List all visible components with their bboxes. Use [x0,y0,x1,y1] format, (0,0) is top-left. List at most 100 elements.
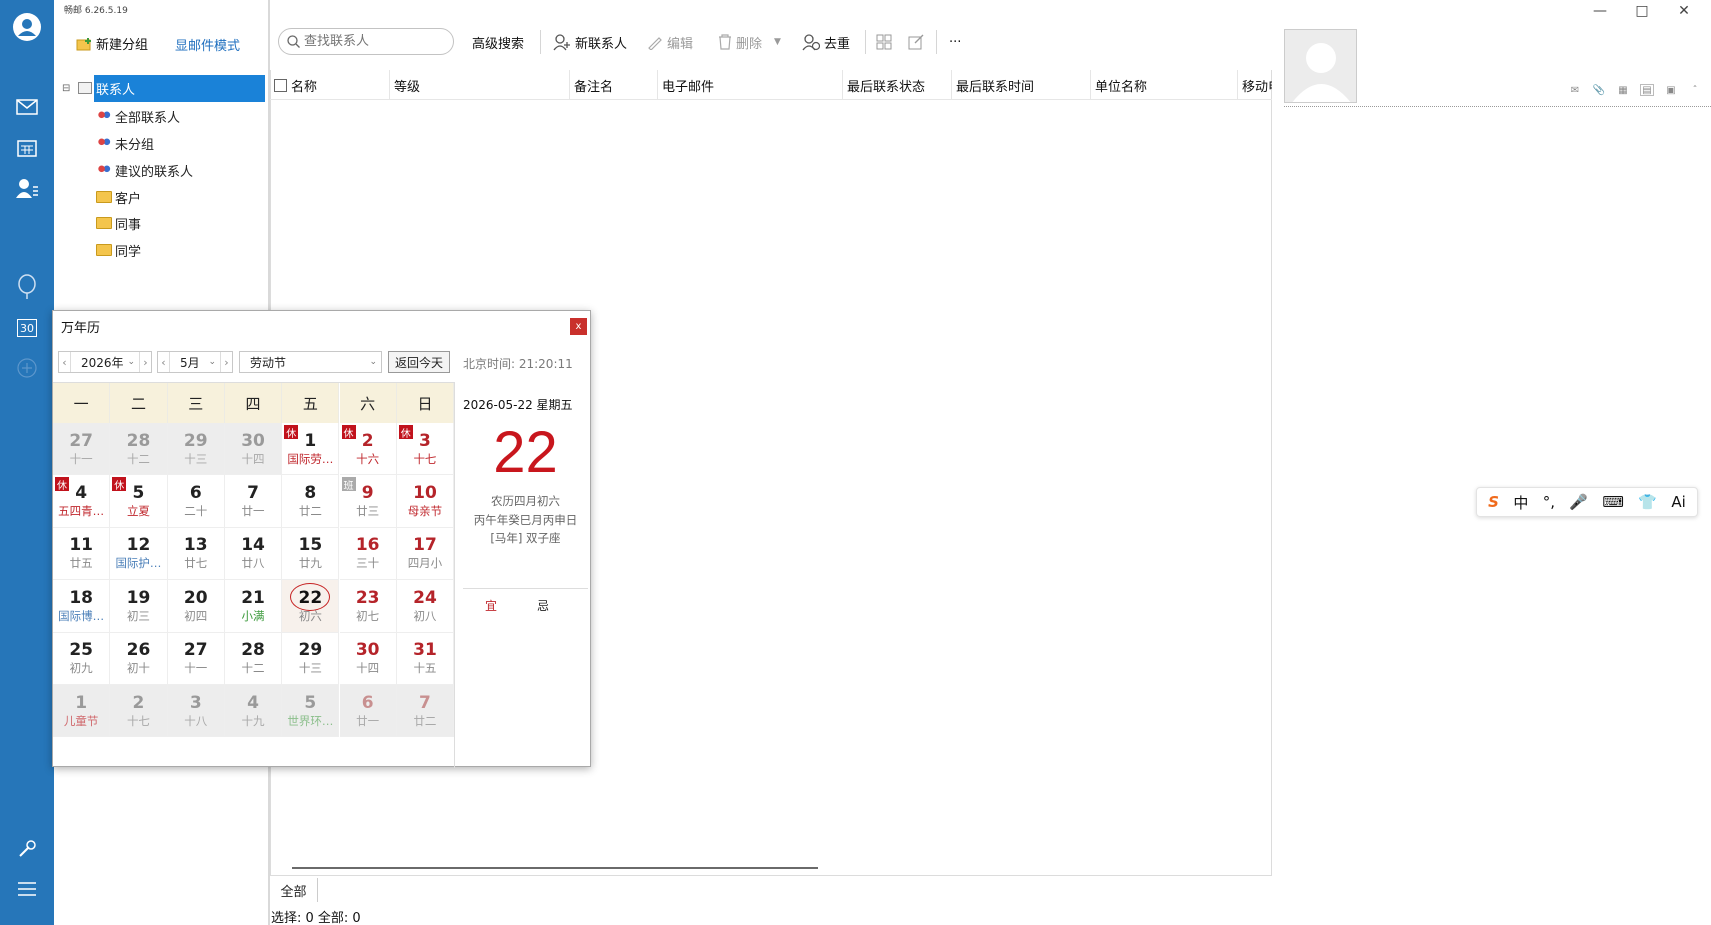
calendar-day[interactable]: 31 十五 [396,632,455,685]
column-name[interactable]: 名称 [270,70,390,100]
column-alias[interactable]: 备注名 [570,70,658,100]
user-avatar-icon[interactable] [12,12,42,42]
calendar-day[interactable]: 28 十二 [224,632,283,685]
search-input[interactable] [304,34,444,49]
attachment-icon[interactable]: 📎 [1592,84,1606,96]
contact-search[interactable] [278,28,454,55]
calendar-day[interactable]: 25 初九 [53,632,111,685]
tree-item-all-contacts[interactable]: 全部联系人 [96,104,180,128]
column-last-contact-status[interactable]: 最后联系状态 [843,70,952,100]
column-last-contact-time[interactable]: 最后联系时间 [952,70,1091,100]
shirt-icon[interactable]: 👕 [1638,493,1657,511]
edit-button[interactable]: 编辑 [647,32,693,52]
calendar-day[interactable]: 17 四月小 [396,527,455,581]
calendar-day[interactable]: 7 廿二 [396,685,455,738]
calendar-day[interactable]: 29 十三 [167,423,225,476]
calendar-30-icon[interactable]: 30 [12,313,42,343]
holiday-select[interactable]: 劳动节 ⌄ [239,351,382,373]
year-select[interactable]: ‹ 2026年 ⌄ › [58,351,152,373]
dedupe-button[interactable]: 去重 [802,32,850,52]
table-small-icon[interactable]: ▦ [1616,84,1630,96]
calendar-day[interactable]: 7 廿一 [224,475,283,528]
calendar-day[interactable]: 10 母亲节 [396,475,455,528]
advanced-search-button[interactable]: 高级搜索 [472,32,524,52]
calendar-day[interactable]: 20 初四 [167,580,225,633]
calendar-day[interactable]: 30 十四 [339,632,397,685]
next-year-icon[interactable]: › [139,352,151,372]
tree-collapse-icon[interactable]: ⊟ [62,83,70,94]
calendar-day[interactable]: 班 9 廿三 [339,475,397,528]
back-to-today-button[interactable]: 返回今天 [388,351,450,373]
tree-root-contacts[interactable]: 联系人 [94,75,265,102]
calendar-day[interactable]: 27 十一 [167,632,225,685]
new-group-button[interactable]: 新建分组 [76,34,148,53]
calendar-day[interactable]: 21 小满 [224,580,283,633]
calendar-close-button[interactable]: x [570,318,587,335]
calendar-day[interactable]: 11 廿五 [53,527,111,581]
tree-item-classmates[interactable]: 同学 [96,238,141,262]
keyboard-icon[interactable]: ⌨ [1602,493,1624,511]
ime-chinese-mode[interactable]: 中 [1513,492,1528,513]
calendar-day[interactable]: 18 国际博… [53,580,111,633]
select-all-checkbox[interactable] [274,78,287,92]
delete-button[interactable]: 删除 ▼ [718,32,781,52]
calendar-day[interactable]: 14 廿八 [224,527,283,581]
calendar-day[interactable]: 休 2 十六 [339,423,397,476]
calendar-day[interactable]: 休 5 立夏 [110,475,168,528]
mail-icon[interactable] [12,92,42,122]
prev-month-icon[interactable]: ‹ [158,352,170,372]
maximize-button[interactable]: □ [1620,0,1664,22]
calendar-day[interactable]: 28 十二 [110,423,168,476]
calendar-day[interactable]: 27 十一 [53,423,111,476]
next-month-icon[interactable]: › [220,352,232,372]
grid-view-icon[interactable] [876,32,892,52]
calendar-day[interactable]: 16 三十 [339,527,397,581]
calendar-day[interactable]: 29 十三 [282,632,340,685]
column-company[interactable]: 单位名称 [1091,70,1238,100]
prev-year-icon[interactable]: ‹ [59,352,71,372]
ime-ai[interactable]: Ai [1671,493,1685,511]
tree-item-suggested[interactable]: 建议的联系人 [96,158,193,182]
month-select[interactable]: ‹ 5月 ⌄ › [157,351,233,373]
tab-all[interactable]: 全部 [270,878,318,902]
column-email[interactable]: 电子邮件 [658,70,843,100]
calendar-day[interactable]: 13 廿七 [167,527,225,581]
balloon-icon[interactable] [12,272,42,302]
tree-item-customers[interactable]: 客户 [96,185,141,209]
mic-icon[interactable]: 🎤 [1569,493,1588,511]
column-level[interactable]: 等级 [390,70,570,100]
calendar-day-today[interactable]: 22 初六 [282,580,340,633]
calendar-day[interactable]: 休 4 五四青… [53,475,111,528]
calendar-day[interactable]: 4 十九 [224,685,283,738]
ime-punctuation[interactable]: °, [1543,493,1555,511]
calendar-day[interactable]: 24 初八 [396,580,455,633]
tree-item-colleagues[interactable]: 同事 [96,211,141,235]
collapse-up-icon[interactable]: ˆ [1688,84,1702,96]
calendar-day[interactable]: 休 1 国际劳… [282,423,340,476]
card-icon[interactable]: ▤ [1640,84,1654,96]
contacts-icon[interactable] [12,173,42,203]
minimize-button[interactable]: — [1578,0,1622,22]
add-icon[interactable] [12,353,42,383]
calendar-day[interactable]: 5 世界环… [282,685,340,738]
mail-small-icon[interactable]: ✉ [1568,84,1582,96]
calendar-day[interactable]: 6 二十 [167,475,225,528]
calendar-day[interactable]: 23 初七 [339,580,397,633]
calendar-day[interactable]: 30 十四 [224,423,283,476]
calendar-day[interactable]: 6 廿一 [339,685,397,738]
chevron-down-icon[interactable]: ▼ [774,37,781,47]
calendar-day[interactable]: 3 十八 [167,685,225,738]
calendar-day[interactable]: 2 十七 [110,685,168,738]
calendar-day[interactable]: 19 初三 [110,580,168,633]
close-window-button[interactable]: ✕ [1662,0,1706,22]
calendar-day[interactable]: 26 初十 [110,632,168,685]
menu-icon[interactable] [12,874,42,904]
column-mobile[interactable]: 移动电话 [1238,70,1272,100]
calendar-day[interactable]: 8 廿二 [282,475,340,528]
new-contact-button[interactable]: 新联系人 [553,32,627,52]
calendar-day[interactable]: 12 国际护… [110,527,168,581]
calendar-icon[interactable] [12,133,42,163]
calendar-day[interactable]: 15 廿九 [282,527,340,581]
calendar-day[interactable]: 1 儿童节 [53,685,111,738]
horizontal-scrollbar[interactable] [292,867,818,869]
